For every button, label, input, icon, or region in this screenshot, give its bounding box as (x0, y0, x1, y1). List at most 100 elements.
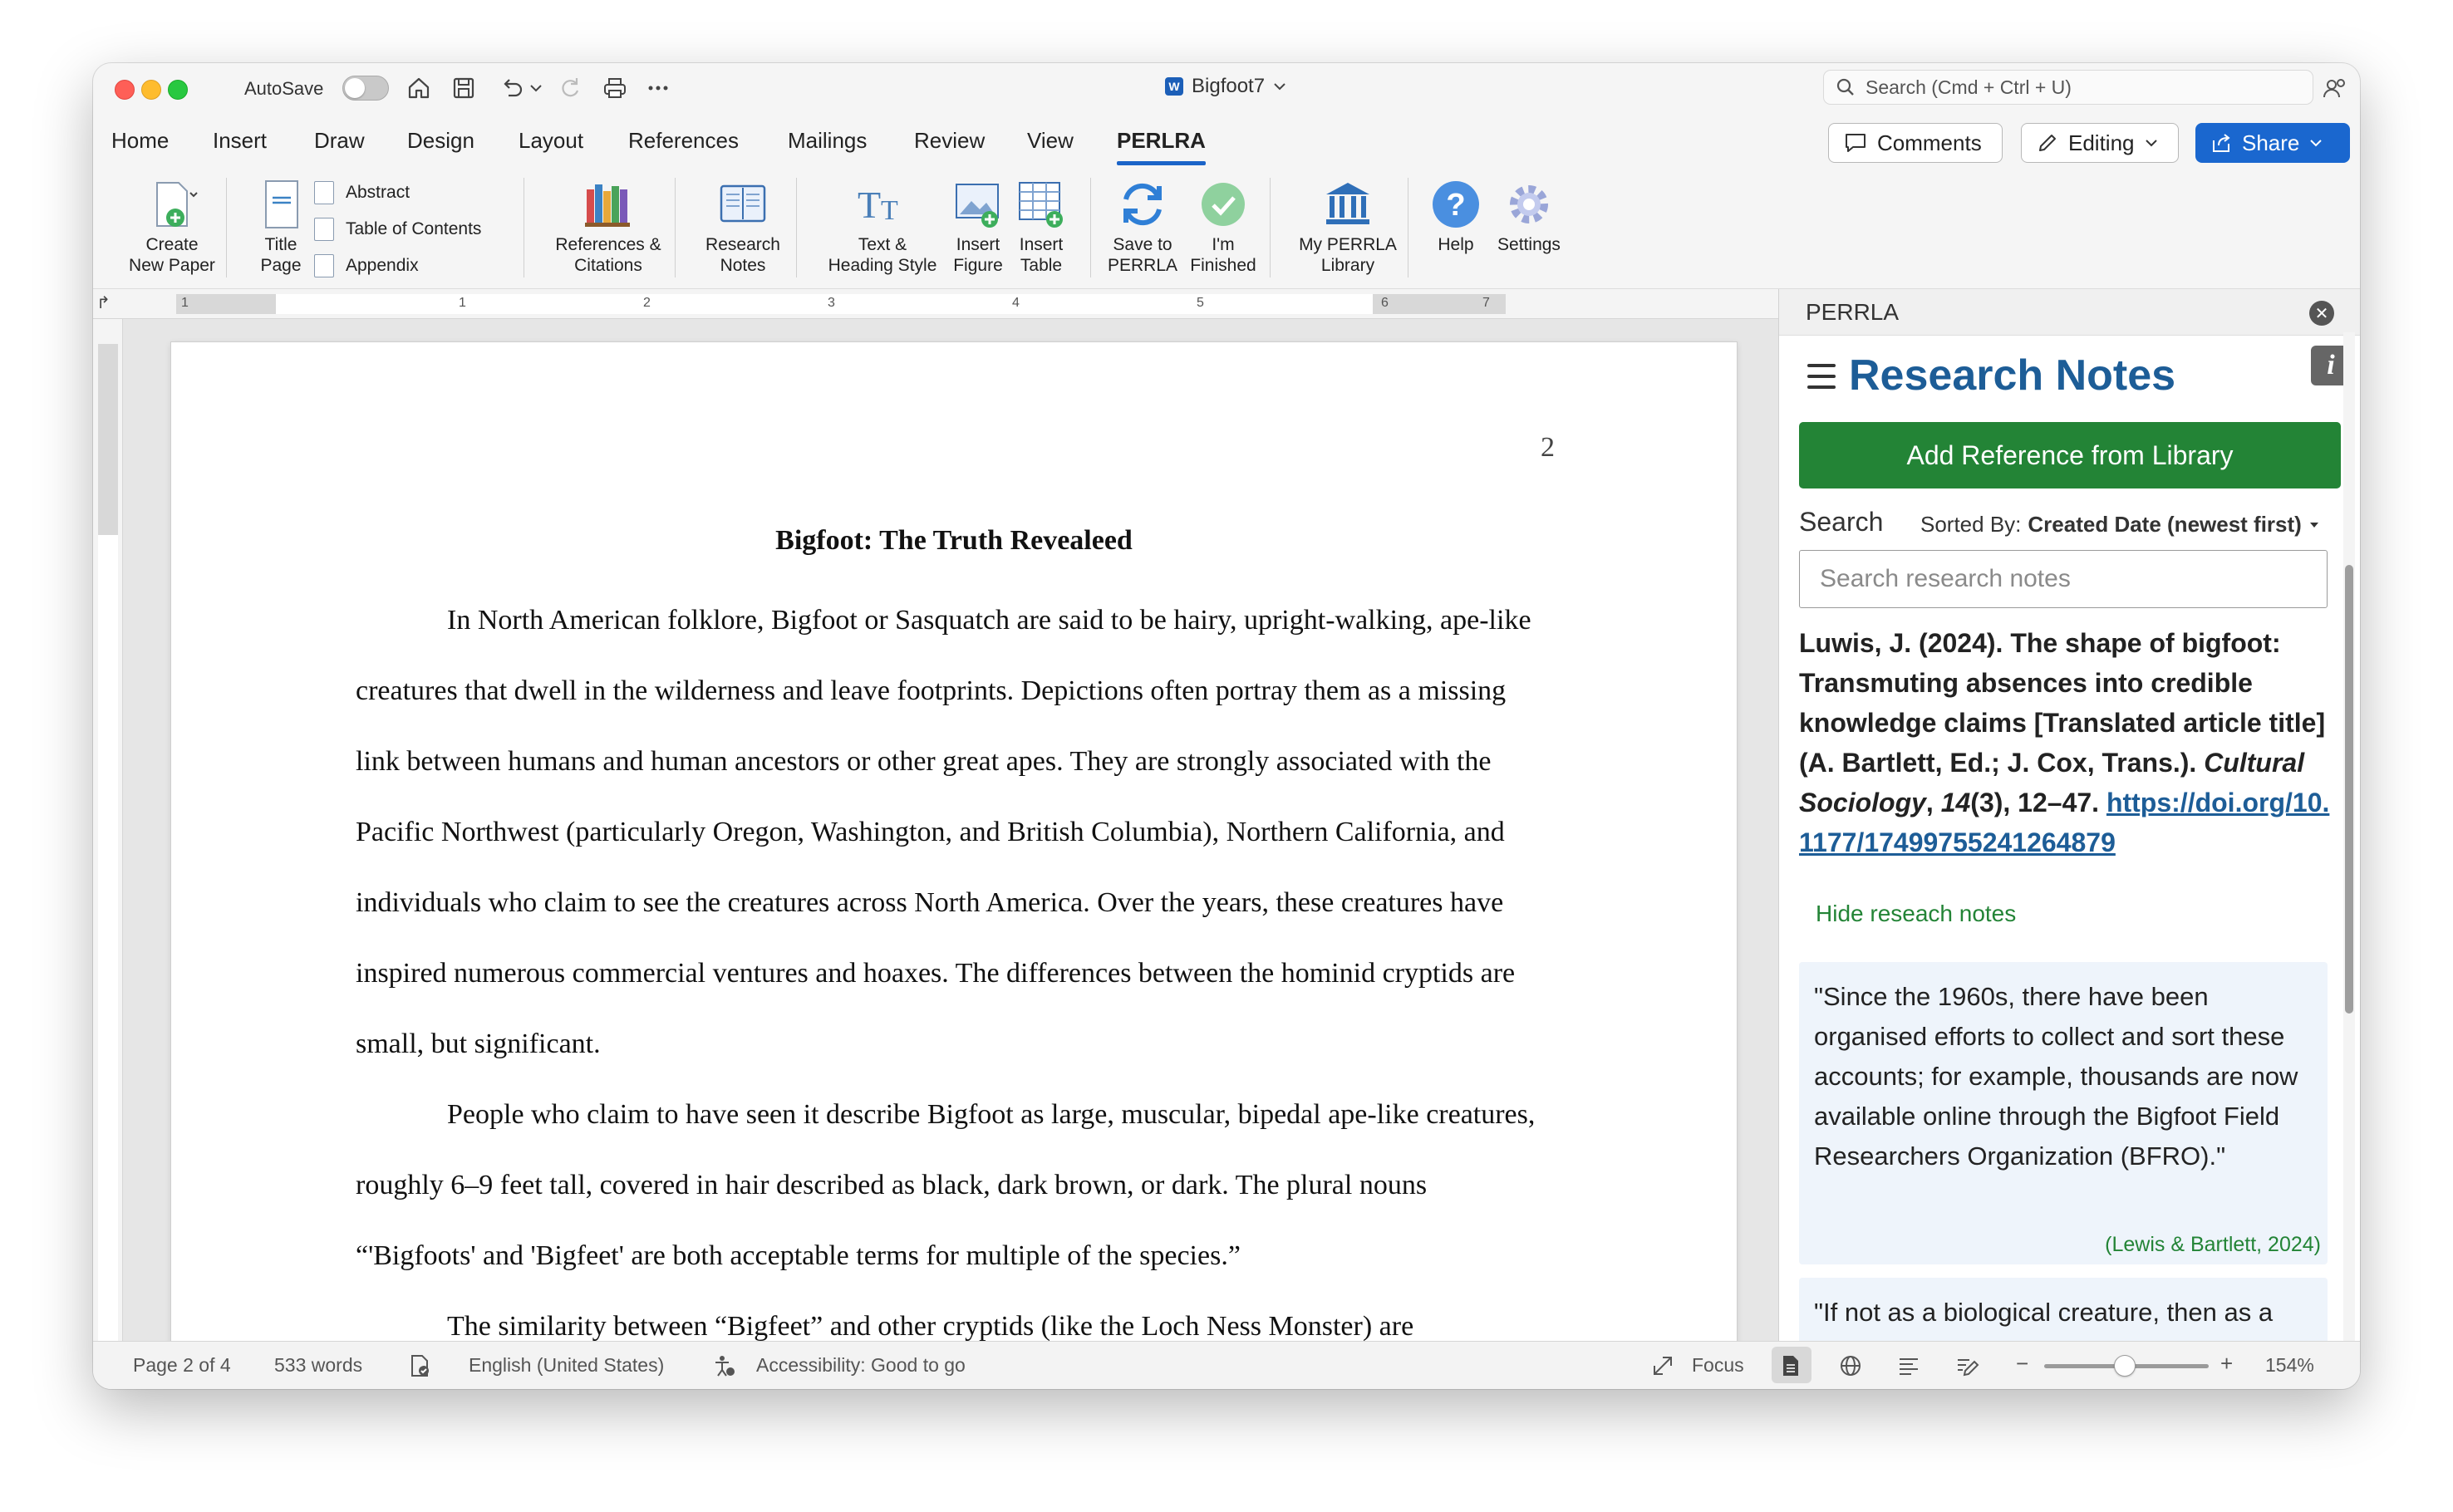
language-indicator[interactable]: English (United States) (469, 1354, 664, 1377)
im-finished-button[interactable]: I'm Finished (1182, 174, 1265, 276)
library-icon (1318, 174, 1378, 234)
svg-text:?: ? (1446, 188, 1465, 223)
page-count[interactable]: Page 2 of 4 (133, 1354, 231, 1377)
accessibility-status[interactable]: Accessibility: Good to go (756, 1354, 966, 1377)
print-icon[interactable] (600, 73, 630, 103)
zoom-out-button[interactable]: − (2016, 1351, 2028, 1377)
zoom-slider-handle[interactable] (2114, 1355, 2136, 1377)
undo-icon[interactable] (497, 73, 527, 103)
save-icon[interactable] (449, 73, 479, 103)
research-notes-label-1: Research (705, 235, 780, 254)
help-button[interactable]: ? Help (1423, 174, 1489, 255)
panel-title: Research Notes (1849, 351, 2176, 400)
tab-mailings[interactable]: Mailings (788, 128, 867, 154)
perrla-ribbon: Create New Paper Title Page Abstract Tab… (93, 166, 2360, 289)
close-icon: ✕ (2314, 304, 2329, 323)
focus-icon[interactable] (1647, 1350, 1679, 1382)
horizontal-ruler[interactable]: ↱ 1 1 2 3 4 5 6 7 (93, 289, 1778, 319)
outline-view-icon[interactable] (1893, 1350, 1925, 1382)
focus-label[interactable]: Focus (1692, 1354, 1744, 1377)
create-new-paper-button[interactable]: Create New Paper (110, 174, 234, 276)
minimize-window-button[interactable] (141, 80, 161, 100)
search-input[interactable]: Search (Cmd + Ctrl + U) (1823, 70, 2313, 105)
ribbon-divider (1090, 178, 1091, 277)
document-view-icon[interactable] (1775, 1350, 1807, 1382)
word-count[interactable]: 533 words (274, 1354, 362, 1377)
library-label-1: My PERRLA (1299, 235, 1397, 254)
close-panel-button[interactable]: ✕ (2309, 301, 2334, 326)
paragraph: The similarity between “Bigfeet” and oth… (447, 1311, 1414, 1341)
appendix-button[interactable]: Appendix (314, 254, 419, 277)
menu-icon[interactable] (1807, 364, 1836, 389)
title-page-label-1: Title (264, 235, 297, 254)
zoom-level[interactable]: 154% (2265, 1354, 2314, 1377)
tab-design[interactable]: Design (407, 128, 474, 154)
zoom-in-button[interactable]: + (2220, 1351, 2233, 1377)
undo-dropdown-icon[interactable] (527, 73, 545, 103)
search-notes-placeholder: Search research notes (1820, 565, 2071, 592)
tab-draw[interactable]: Draw (314, 128, 365, 154)
comments-button[interactable]: Comments (1828, 123, 2003, 163)
references-citations-button[interactable]: References & Citations (533, 174, 683, 276)
maximize-window-button[interactable] (168, 80, 188, 100)
tab-perrla[interactable]: PERLRA (1117, 128, 1206, 165)
paragraph: People who claim to have seen it describ… (356, 1099, 1536, 1271)
tab-references[interactable]: References (628, 128, 739, 154)
draft-view-icon[interactable] (1951, 1350, 1983, 1382)
document-canvas[interactable]: ↱ 1 1 2 3 4 5 6 7 2 Bigfoot: The Truth R… (93, 289, 1778, 1341)
home-icon[interactable] (404, 73, 434, 103)
insert-table-button[interactable]: Insert Table (995, 174, 1087, 276)
document-page[interactable]: 2 Bigfoot: The Truth Revealeed In North … (171, 342, 1737, 1341)
share-button[interactable]: Share (2195, 123, 2350, 163)
settings-button[interactable]: Settings (1487, 174, 1571, 255)
editing-mode-button[interactable]: Editing (2021, 123, 2179, 163)
document-title[interactable]: W Bigfoot7 (1165, 75, 1286, 98)
create-new-paper-label-1: Create (145, 235, 199, 254)
proofing-icon[interactable] (404, 1350, 435, 1382)
autosave-label: AutoSave (244, 78, 324, 99)
research-notes-label-2: Notes (720, 256, 766, 275)
research-note-card[interactable]: "If not as a biological creature, then a… (1799, 1278, 2328, 1341)
tab-layout[interactable]: Layout (519, 128, 583, 154)
research-notes-search-input[interactable]: Search research notes (1799, 550, 2328, 608)
chevron-down-icon (1274, 83, 1285, 91)
insert-table-label-1: Insert (1019, 235, 1064, 254)
research-note-card[interactable]: "Since the 1960s, there have been organi… (1799, 962, 2328, 1264)
help-icon: ? (1426, 174, 1486, 234)
reference-entry: Luwis, J. (2024). The shape of bigfoot: … (1799, 628, 2330, 857)
scrollbar-thumb[interactable] (2345, 565, 2353, 1014)
accessibility-icon[interactable] (708, 1350, 740, 1382)
web-layout-icon[interactable] (1835, 1350, 1866, 1382)
chevron-down-icon (2310, 140, 2323, 147)
status-bar: Page 2 of 4 533 words English (United St… (93, 1341, 2360, 1389)
tab-view[interactable]: View (1027, 128, 1074, 154)
redo-icon[interactable] (555, 73, 585, 103)
more-options-icon[interactable] (643, 73, 673, 103)
title-bar: AutoSave W Bigfoot7 Search (Cmd + Ctrl +… (93, 63, 2360, 113)
abstract-button[interactable]: Abstract (314, 181, 410, 204)
word-window: AutoSave W Bigfoot7 Search (Cmd + Ctrl +… (93, 63, 2360, 1389)
tab-insert[interactable]: Insert (213, 128, 267, 154)
ruler-number: 7 (1482, 296, 1490, 310)
insert-figure-label-1: Insert (956, 235, 1000, 254)
save-to-perrla-button[interactable]: Save to PERRLA (1097, 174, 1188, 276)
table-of-contents-button[interactable]: Table of Contents (314, 218, 481, 241)
hide-notes-link[interactable]: Hide reseach notes (1816, 901, 2016, 927)
ruler-number: 2 (643, 296, 651, 310)
im-finished-label-2: Finished (1190, 256, 1256, 275)
add-reference-button[interactable]: Add Reference from Library (1799, 422, 2341, 488)
sync-icon (1113, 174, 1172, 234)
close-window-button[interactable] (115, 80, 135, 100)
tab-home[interactable]: Home (111, 128, 169, 154)
autosave-toggle[interactable] (342, 76, 389, 101)
my-perrla-library-button[interactable]: My PERRLA Library (1281, 174, 1414, 276)
title-page-button[interactable]: Title Page (239, 174, 322, 276)
account-icon[interactable] (2320, 73, 2350, 103)
research-notes-button[interactable]: Research Notes (685, 174, 801, 276)
tab-stop-icon[interactable]: ↱ (96, 292, 111, 313)
note-text: "Since the 1960s, there have been organi… (1814, 982, 2298, 1171)
abstract-label: Abstract (346, 183, 410, 202)
sort-dropdown[interactable]: Sorted By: Created Date (newest first) (1920, 512, 2320, 538)
tab-review[interactable]: Review (914, 128, 985, 154)
panel-scrollbar[interactable] (2343, 332, 2355, 1341)
